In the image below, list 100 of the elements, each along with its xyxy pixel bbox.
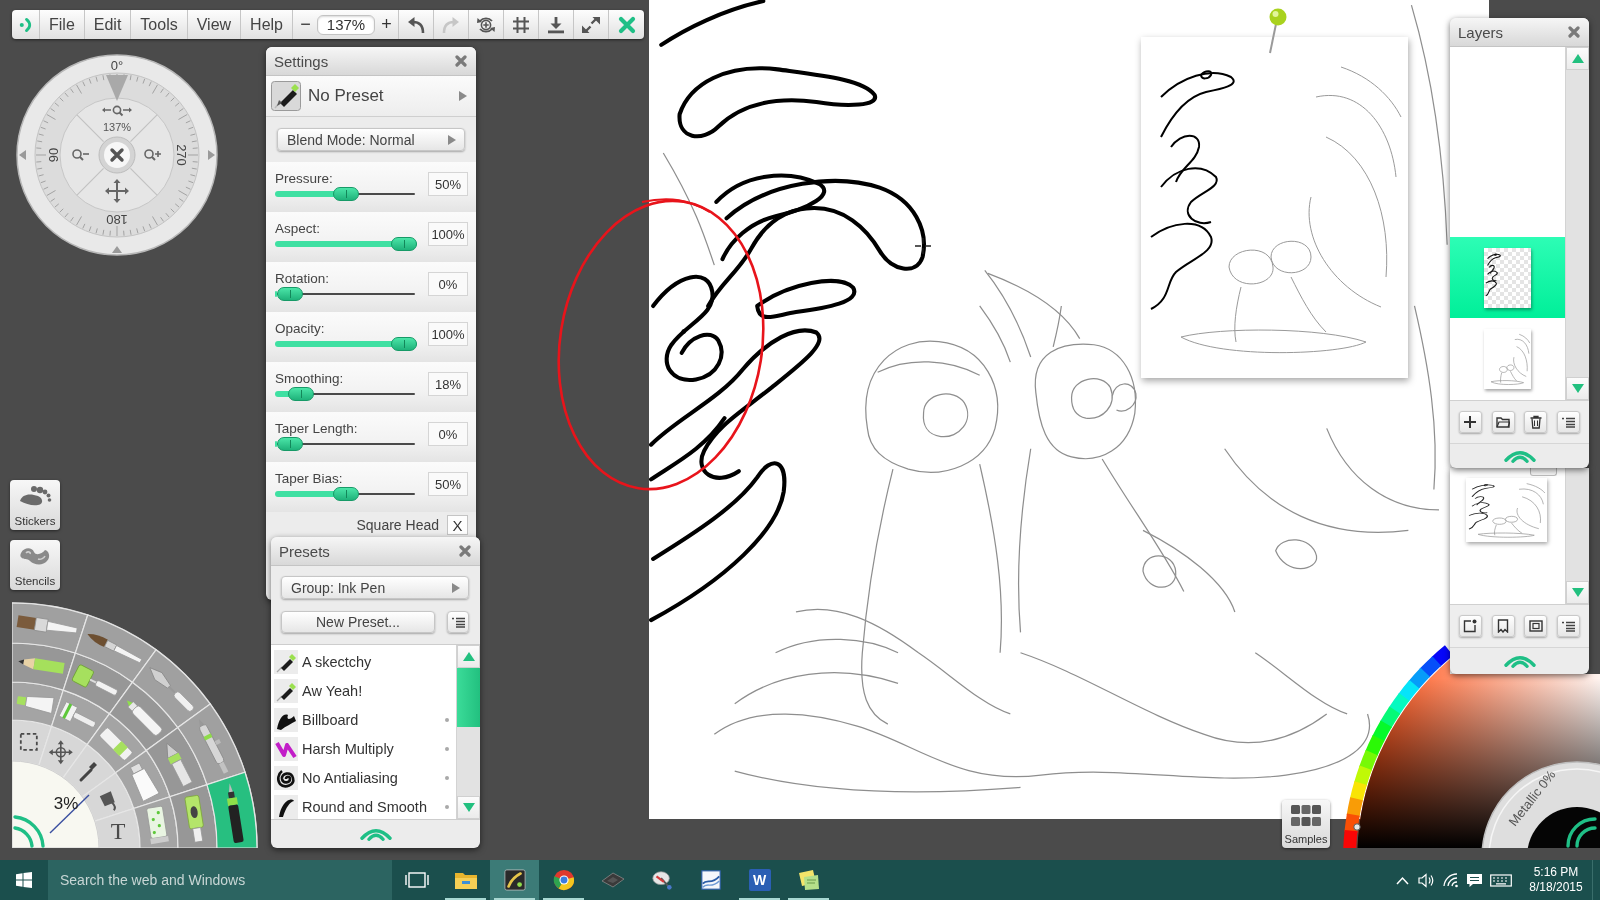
slider-track[interactable] [275,487,417,501]
move-icon[interactable] [105,179,129,203]
brush-size-dial[interactable] [12,760,100,848]
crosshair-cursor-icon [915,238,931,254]
checkbox[interactable]: X [447,515,468,535]
taskbar-button[interactable]: W [735,860,784,900]
airbrush-icon[interactable] [198,719,229,774]
slider-thumb[interactable] [277,287,303,301]
zoom-in-icon[interactable] [144,149,162,161]
bookmark-button[interactable] [1491,615,1515,637]
zoom-field[interactable]: 137% [317,14,375,35]
value-field[interactable]: 50% [428,472,468,496]
slider-thumb[interactable] [333,187,359,201]
swoosh-icon [274,794,298,819]
clock-time[interactable]: 5:16 PM [1533,865,1579,880]
frame-button[interactable] [1524,615,1548,637]
selection-icon[interactable] [19,732,38,751]
delete-layer-button[interactable] [1524,411,1548,433]
menu-button[interactable]: File [40,10,85,39]
keyboard-icon[interactable] [1490,872,1512,888]
palette-knife-icon[interactable] [149,667,196,713]
cross-icon[interactable] [110,148,124,162]
menu-button[interactable]: Help [241,10,293,39]
wifi-icon[interactable] [1442,872,1459,888]
bucket-icon[interactable] [99,791,116,812]
angle-label: 180 [106,211,128,227]
slider-track[interactable] [275,437,417,451]
menu-icon [451,616,465,628]
layer-thumbnail [1484,247,1531,308]
ink-pen-icon [274,649,298,674]
text-tool-glyph[interactable]: T [110,818,126,845]
message-icon[interactable] [1466,872,1483,888]
slider-thumb[interactable] [333,487,359,501]
zoom-fit-icon[interactable] [102,105,132,117]
round-brush-icon[interactable] [87,633,143,664]
value-field[interactable]: 100% [428,322,468,346]
layer-group-button[interactable] [1491,411,1515,433]
flat-brush-icon[interactable] [16,615,78,634]
samples-button[interactable]: Samples [1282,800,1330,848]
navigator-dial[interactable] [16,54,218,256]
slider-thumb[interactable] [391,337,417,351]
reference-thumbnail[interactable] [1466,478,1547,542]
dish-icon [649,869,674,891]
trash-icon [1528,415,1543,429]
add-layer-button[interactable] [1458,411,1482,433]
spray-tube-icon[interactable] [184,794,204,843]
value-field[interactable]: 0% [428,422,468,446]
preset-selector[interactable]: No Preset [266,76,476,117]
right-arrow-icon [448,134,456,145]
size-label: 3% [53,794,79,813]
slider-thumb[interactable] [287,387,314,401]
search-field[interactable]: Search the web and Windows [48,860,392,900]
speaker-icon[interactable] [1418,872,1435,888]
edit-icon [1463,619,1478,633]
slider-thumb[interactable] [391,237,417,251]
slider-track[interactable] [275,287,417,301]
slider-track[interactable] [275,237,417,251]
value-field[interactable]: 100% [428,222,468,246]
collapse-icon[interactable] [1566,817,1597,848]
menu-button[interactable] [447,611,469,633]
reset-button[interactable] [98,136,136,174]
stickers-button[interactable]: Stickers [10,480,60,530]
value-field[interactable]: 18% [428,372,468,396]
slider-track[interactable] [275,387,417,401]
blend-mode-dropdown[interactable]: Blend Mode: Normal [277,128,465,151]
slider-track[interactable] [275,337,417,351]
move-icon[interactable] [48,740,73,765]
edit-reference-button[interactable] [1458,615,1482,637]
round-logo-icon [551,869,576,891]
stencils-button[interactable]: Stencils [10,540,60,590]
zoom-out-button[interactable]: − [299,14,312,35]
menu-button[interactable]: Edit [84,10,132,39]
menu-button[interactable]: Tools [131,10,188,39]
menu-button[interactable]: View [187,10,242,39]
ink-pen-icon[interactable] [226,783,244,844]
value-field[interactable]: 0% [428,272,468,296]
eyedropper-icon[interactable] [79,762,97,782]
angle-label: 90 [45,147,61,163]
slider-label: Pressure: [275,171,333,187]
layer-menu-button[interactable] [1557,411,1581,433]
taskbar-button[interactable] [490,860,539,900]
group-dropdown[interactable]: Group: Ink Pen [281,576,469,599]
reference-menu-button[interactable] [1557,615,1581,637]
value-field[interactable]: 50% [428,172,468,196]
menu-icon [1562,620,1576,632]
slider-label: Rotation: [275,271,330,287]
zoom-out-icon[interactable] [72,149,90,161]
scroll-thumb[interactable] [457,668,480,727]
slider-thumb[interactable] [277,437,303,451]
close-icon[interactable] [459,545,471,557]
new-preset-button[interactable]: New Preset... [281,611,435,633]
slider-label: Aspect: [275,221,321,237]
color-marker-icon[interactable] [1353,823,1361,831]
clock-date[interactable]: 8/18/2015 [1529,880,1583,895]
close-icon[interactable] [1568,26,1580,38]
zoom-in-button[interactable]: + [380,14,393,35]
slider-track[interactable] [275,187,417,201]
thumbnail-button[interactable] [1530,468,1557,476]
close-icon[interactable] [455,55,467,67]
plus-icon [1463,415,1478,429]
